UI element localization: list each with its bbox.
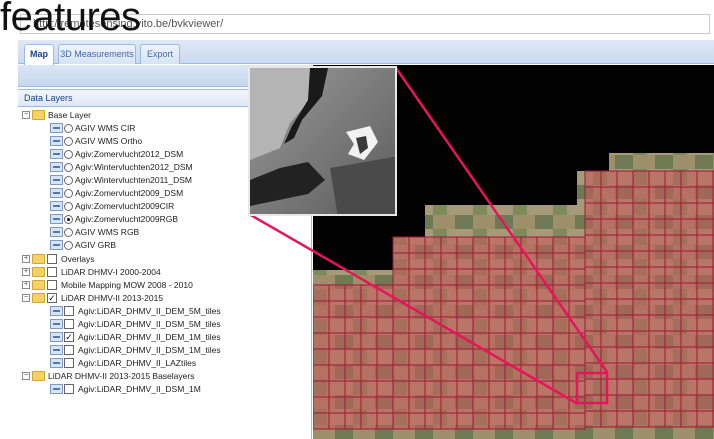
dem-preview-image (250, 68, 395, 214)
dem-zoom-inset (248, 66, 397, 216)
connector-line-top (394, 67, 609, 373)
connector-line-bottom (248, 212, 579, 406)
